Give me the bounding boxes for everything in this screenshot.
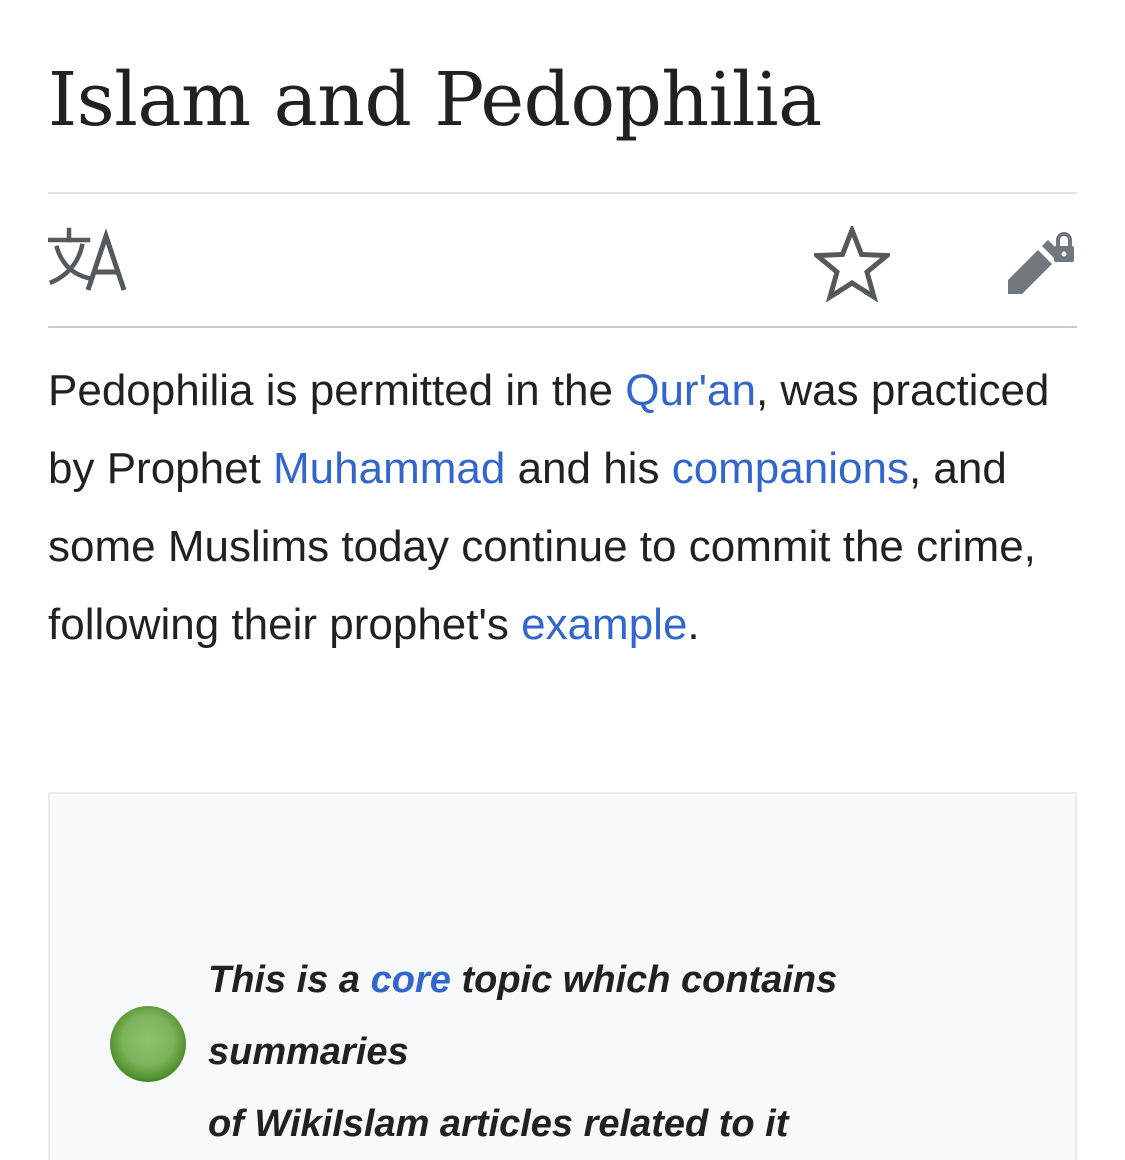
link-quran[interactable]: Qur'an <box>625 366 756 415</box>
notice-line-2: summaries <box>208 1031 409 1073</box>
title-divider <box>48 192 1077 194</box>
lead-text: and his <box>505 444 672 493</box>
link-example[interactable]: example <box>521 600 687 649</box>
core-topic-notice: This is a core topic which contains summ… <box>48 792 1077 1160</box>
page-actions-toolbar <box>47 196 1077 326</box>
core-topic-notice-text: This is a core topic which contains summ… <box>208 944 1048 1160</box>
page-title: Islam and Pedophilia <box>48 57 822 143</box>
notice-line-3: of WikiIslam articles related to it <box>208 1103 789 1145</box>
lead-text: . <box>687 600 700 649</box>
lead-text: Pedophilia is permitted in the <box>48 366 626 415</box>
toolbar-divider <box>48 326 1077 328</box>
link-muhammad[interactable]: Muhammad <box>273 444 505 493</box>
link-companions[interactable]: companions <box>672 444 909 493</box>
notice-line-1: This is a core topic which contains <box>208 959 838 1001</box>
star-icon[interactable] <box>810 223 894 303</box>
lead-paragraph: Pedophilia is permitted in the Qur'an, w… <box>48 352 1083 664</box>
link-core[interactable]: core <box>371 959 451 1001</box>
edit-locked-icon[interactable] <box>1004 228 1076 300</box>
translate-icon[interactable] <box>47 226 130 294</box>
green-status-dot-icon <box>110 1006 186 1082</box>
article-page: Islam and Pedophilia Pedophilia is permi… <box>0 0 1125 1160</box>
